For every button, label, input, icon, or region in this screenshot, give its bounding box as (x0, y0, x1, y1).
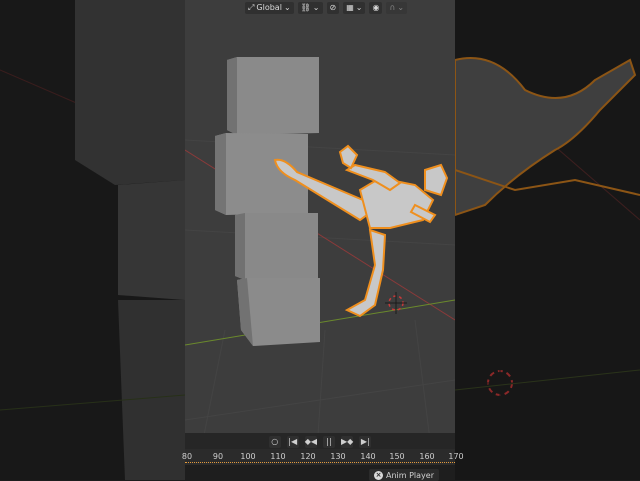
viewport-header: ⤢ Global ⌄ ⛓ ⌄ ⊘ ▦ ⌄ ◉ ∩ ⌄ (245, 0, 408, 15)
left-blurred-scene (0, 0, 185, 480)
dim-overlay (0, 0, 185, 480)
anim-player-button[interactable]: × Anim Player (369, 469, 439, 481)
chevron-down-icon: ⌄ (397, 3, 405, 12)
record-button[interactable]: ○ (268, 435, 281, 448)
falloff-dropdown[interactable]: ∩ ⌄ (386, 1, 408, 14)
jump-start-button[interactable]: |◀ (286, 435, 299, 448)
viewport-scene (185, 57, 455, 480)
left-blurred-viewport (0, 0, 185, 480)
snap-target-dropdown[interactable]: ▦ ⌄ (343, 1, 366, 14)
next-keyframe-button[interactable]: ▶◆ (341, 435, 354, 448)
keyframe-track (185, 461, 455, 463)
playback-controls: ○ |◀ ◆◀ || ▶◆ ▶| (185, 433, 455, 450)
ruler-tick: 110 (270, 452, 286, 461)
proportional-edit-toggle[interactable]: ◉ (369, 1, 383, 14)
orientation-dropdown[interactable]: ⤢ Global ⌄ (245, 1, 294, 14)
dim-overlay (455, 0, 640, 480)
chevron-down-icon: ⌄ (312, 3, 320, 12)
jump-end-button[interactable]: ▶| (359, 435, 372, 448)
falloff-curve-icon: ∩ (389, 3, 396, 12)
3d-viewport[interactable]: ⤢ Global ⌄ ⛓ ⌄ ⊘ ▦ ⌄ ◉ ∩ ⌄ (185, 0, 455, 480)
right-blurred-viewport (455, 0, 640, 480)
ruler-tick: 130 (330, 452, 346, 461)
ruler-tick: 120 (300, 452, 316, 461)
pause-button[interactable]: || (323, 435, 335, 448)
right-blurred-scene (455, 0, 640, 480)
chevron-down-icon: ⌄ (355, 3, 363, 12)
transform-orientation-icon: ⤢ (248, 2, 255, 12)
ruler-tick: 150 (389, 452, 405, 461)
prev-keyframe-button[interactable]: ◆◀ (304, 435, 317, 448)
snap-icon: ⊘ (329, 3, 337, 12)
snap-toggle[interactable]: ⊘ (326, 1, 340, 14)
pivot-dropdown[interactable]: ⛓ ⌄ (297, 1, 323, 14)
ruler-tick: 90 (212, 452, 224, 461)
close-icon[interactable]: × (374, 470, 383, 480)
anim-player-label: Anim Player (386, 470, 434, 480)
ruler-tick: 170 (448, 452, 464, 461)
ruler-tick: 100 (240, 452, 256, 461)
chevron-down-icon: ⌄ (283, 3, 291, 12)
orientation-label: Global (256, 3, 282, 12)
ruler-tick: 80 (181, 452, 193, 461)
cube-stack (215, 57, 320, 346)
snap-target-icon: ▦ (346, 3, 354, 12)
frame-ruler[interactable]: 80 90 100 110 120 130 140 150 160 170 (181, 449, 464, 465)
ruler-tick: 160 (419, 452, 435, 461)
proportional-edit-icon: ◉ (372, 3, 380, 12)
link-icon: ⛓ (300, 3, 311, 12)
ruler-tick: 140 (360, 452, 376, 461)
